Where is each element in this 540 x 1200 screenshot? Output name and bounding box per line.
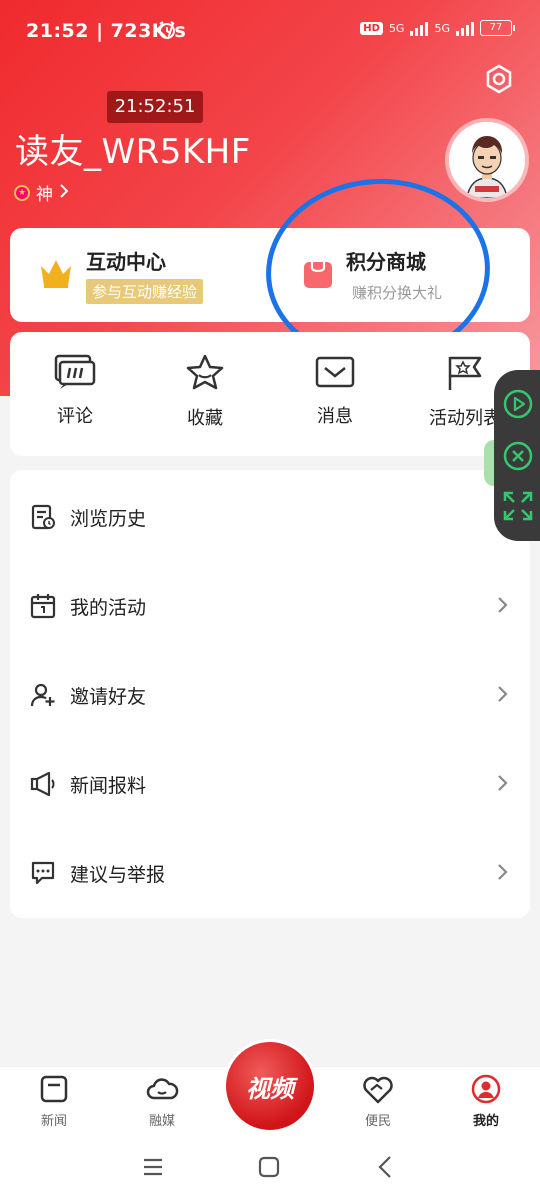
shortcut-label: 收藏	[187, 408, 223, 429]
chevron-right-icon	[496, 595, 510, 615]
username: 读友_WR5KHF	[15, 132, 251, 172]
screen-recorder-panel	[494, 370, 540, 541]
handshake-heart-icon	[361, 1076, 395, 1108]
system-navigation-bar	[0, 1136, 540, 1200]
menu-label: 我的活动	[70, 597, 147, 619]
video-tab-label: 视频	[246, 1074, 294, 1103]
avatar[interactable]	[449, 122, 525, 198]
back-nav-icon[interactable]	[376, 1155, 394, 1183]
chevron-right-icon	[496, 684, 510, 704]
close-icon[interactable]	[502, 440, 534, 472]
menu-label: 浏览历史	[70, 508, 147, 530]
menu-label: 建议与举报	[70, 864, 166, 886]
news-icon	[39, 1075, 69, 1108]
settings-gear-icon[interactable]	[484, 64, 514, 94]
comments-icon	[54, 354, 96, 394]
megaphone-icon	[30, 771, 56, 797]
menu-item-invite-friends[interactable]: 邀请好友	[10, 650, 530, 739]
calendar-icon	[30, 593, 56, 619]
menu-item-feedback-report[interactable]: 建议与举报	[10, 828, 530, 917]
alarm-icon	[157, 20, 177, 44]
tab-label: 融媒	[148, 1114, 175, 1129]
cloud-icon	[145, 1078, 179, 1108]
user-rank[interactable]: ★ 神	[14, 180, 69, 205]
battery-icon: 77	[480, 20, 515, 36]
star-icon	[184, 354, 226, 396]
menu-label: 新闻报料	[70, 775, 147, 797]
menu-label: 邀请好友	[70, 686, 147, 708]
video-tab-button[interactable]: 视频	[226, 1042, 314, 1130]
flag-icon	[444, 356, 486, 396]
chevron-right-icon	[59, 183, 69, 203]
user-profile-icon	[471, 1074, 501, 1108]
menu-nav-icon[interactable]	[142, 1157, 164, 1181]
chevron-right-icon	[496, 773, 510, 793]
signal-icon-2	[456, 20, 474, 36]
home-nav-icon[interactable]	[258, 1156, 280, 1182]
tab-label: 便民	[364, 1114, 391, 1129]
chat-bubble-icon	[30, 860, 56, 886]
signal-icon	[410, 20, 429, 36]
rank-label: 神	[36, 185, 53, 205]
tab-label: 我的	[472, 1114, 499, 1129]
interaction-center-tag: 参与互动赚经验	[86, 279, 204, 304]
envelope-icon	[314, 356, 356, 394]
screen-recorder-time: 21:52:51	[107, 91, 203, 123]
menu-item-browse-history[interactable]: 浏览历史	[10, 472, 530, 561]
tab-news[interactable]: 新闻	[14, 1074, 94, 1129]
tab-label: 新闻	[40, 1114, 67, 1129]
expand-icon[interactable]	[502, 490, 534, 522]
shortcut-messages[interactable]: 消息	[280, 354, 390, 428]
shortcut-comments[interactable]: 评论	[20, 354, 130, 428]
menu-item-news-tip[interactable]: 新闻报料	[10, 739, 530, 828]
status-right-group: HD 5G 5G 77	[360, 20, 515, 36]
interaction-center-title: 互动中心	[86, 250, 166, 274]
network-label-2: 5G	[434, 21, 450, 35]
add-user-icon	[30, 682, 56, 708]
play-icon[interactable]	[502, 388, 534, 420]
crown-icon	[38, 256, 74, 294]
interaction-center-entry[interactable]: 互动中心 参与互动赚经验	[10, 228, 270, 322]
status-bar: 21:52 | 723K/s HD 5G 5G 77	[0, 0, 540, 62]
tab-media[interactable]: 融媒	[122, 1074, 202, 1129]
history-doc-icon	[30, 504, 56, 530]
rank-badge-icon: ★	[14, 184, 30, 201]
chevron-right-icon	[496, 862, 510, 882]
tab-service[interactable]: 便民	[338, 1074, 418, 1129]
menu-item-my-activities[interactable]: 我的活动	[10, 561, 530, 650]
shortcut-label: 评论	[57, 406, 93, 427]
shortcut-favorites[interactable]: 收藏	[150, 354, 260, 430]
tab-mine[interactable]: 我的	[446, 1074, 526, 1129]
network-label-1: 5G	[388, 21, 405, 35]
shortcut-label: 消息	[317, 406, 353, 427]
hd-badge: HD	[360, 21, 383, 35]
